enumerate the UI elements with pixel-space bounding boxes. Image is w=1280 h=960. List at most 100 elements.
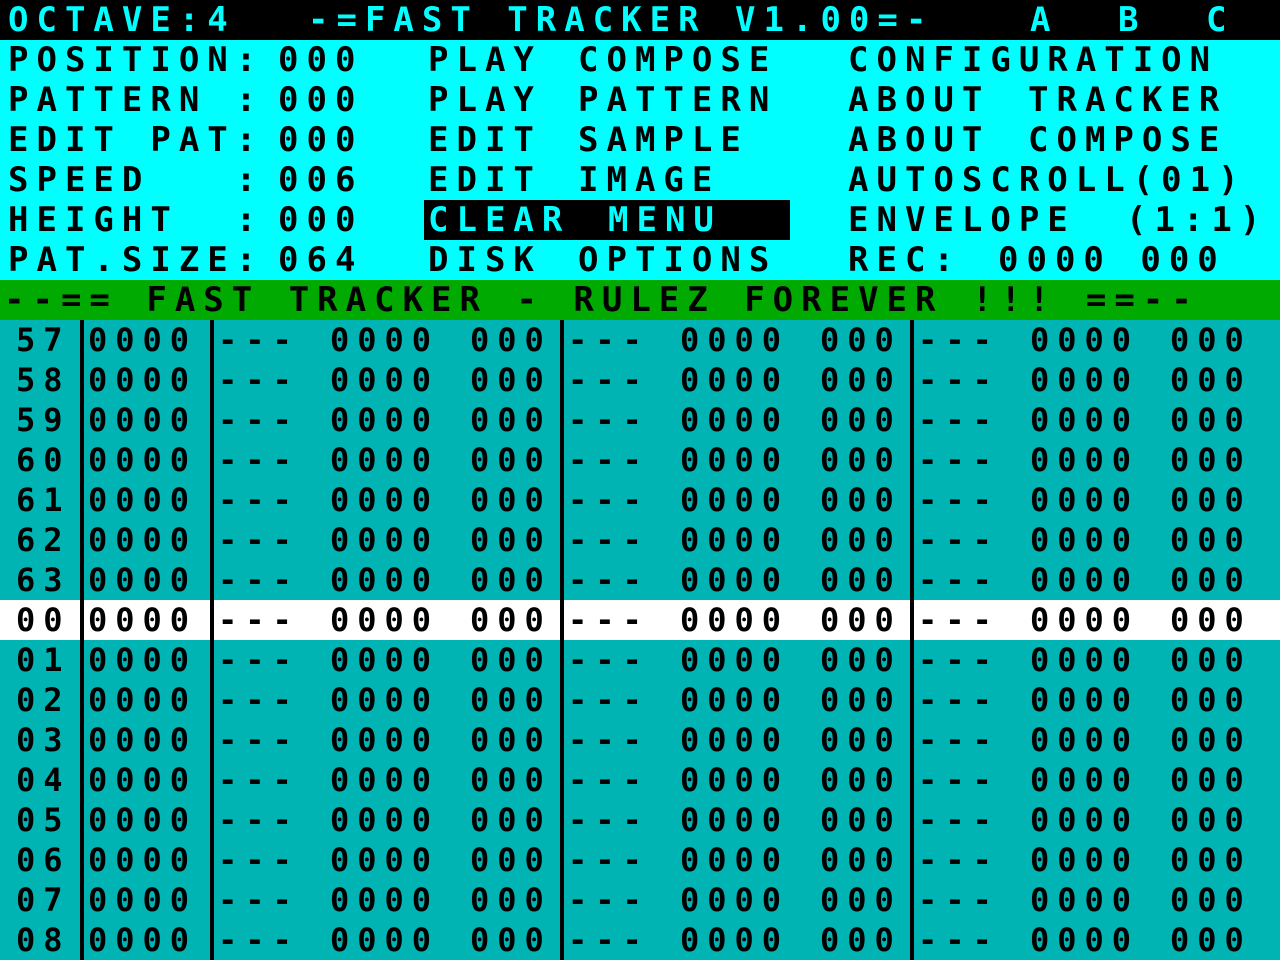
channel-a-value[interactable]: 0000: [330, 440, 439, 480]
channel-c-value[interactable]: 0000: [1030, 720, 1139, 760]
channel-a-value[interactable]: 0000: [330, 760, 439, 800]
pattern-row[interactable]: 61 0000 --- 0000 000 --- 0000 000 --- 0000 000: [0, 480, 1280, 520]
channel-b-value[interactable]: 0000: [680, 680, 789, 720]
menu-about-compose[interactable]: COMPOSE: [1028, 120, 1227, 160]
channel-b-effect[interactable]: 000: [820, 440, 902, 480]
menu-play-compose[interactable]: COMPOSE: [578, 40, 777, 80]
menu-play-pattern-a[interactable]: PLAY: [428, 80, 542, 120]
channel-a-effect[interactable]: 000: [470, 440, 552, 480]
status-value[interactable]: 006: [278, 160, 363, 200]
menu-about-tracker-a[interactable]: ABOUT: [848, 80, 990, 120]
channel-b-effect[interactable]: 000: [820, 720, 902, 760]
channel-c-effect[interactable]: 000: [1170, 600, 1252, 640]
channel-a-note[interactable]: ---: [218, 440, 300, 480]
octave-indicator[interactable]: OCTAVE:4: [8, 0, 236, 40]
channel-b-note[interactable]: ---: [568, 600, 650, 640]
channel-a-toggle[interactable]: A: [1030, 0, 1058, 40]
status-value[interactable]: 000: [278, 200, 363, 240]
channel-a-effect[interactable]: 000: [470, 720, 552, 760]
envelope-ratio[interactable]: (1:1): [1126, 200, 1268, 240]
sample-field[interactable]: 0000: [88, 400, 197, 440]
channel-c-effect[interactable]: 000: [1170, 800, 1252, 840]
channel-b-note[interactable]: ---: [568, 760, 650, 800]
channel-a-value[interactable]: 0000: [330, 600, 439, 640]
channel-a-value[interactable]: 0000: [330, 360, 439, 400]
channel-b-note[interactable]: ---: [568, 800, 650, 840]
channel-a-note[interactable]: ---: [218, 320, 300, 360]
sample-field[interactable]: 0000: [88, 880, 197, 920]
channel-b-effect[interactable]: 000: [820, 680, 902, 720]
channel-a-effect[interactable]: 000: [470, 560, 552, 600]
channel-b-note[interactable]: ---: [568, 720, 650, 760]
channel-c-note[interactable]: ---: [918, 360, 1000, 400]
channel-c-note[interactable]: ---: [918, 560, 1000, 600]
channel-b-effect[interactable]: 000: [820, 640, 902, 680]
status-value[interactable]: 000: [278, 40, 363, 80]
menu-clear-menu-a[interactable]: CLEAR: [428, 200, 570, 240]
channel-a-effect[interactable]: 000: [470, 600, 552, 640]
channel-b-effect[interactable]: 000: [820, 920, 902, 960]
channel-c-effect[interactable]: 000: [1170, 640, 1252, 680]
channel-a-note[interactable]: ---: [218, 760, 300, 800]
sample-field[interactable]: 0000: [88, 760, 197, 800]
channel-a-effect[interactable]: 000: [470, 680, 552, 720]
channel-b-note[interactable]: ---: [568, 840, 650, 880]
pattern-row[interactable]: 05 0000 --- 0000 000 --- 0000 000 --- 0000 000: [0, 800, 1280, 840]
channel-b-toggle[interactable]: B: [1118, 0, 1146, 40]
menu-edit-sample-a[interactable]: EDIT: [428, 120, 542, 160]
channel-a-value[interactable]: 0000: [330, 680, 439, 720]
channel-c-effect[interactable]: 000: [1170, 360, 1252, 400]
sample-field[interactable]: 0000: [88, 600, 197, 640]
channel-a-effect[interactable]: 000: [470, 400, 552, 440]
channel-a-effect[interactable]: 000: [470, 320, 552, 360]
channel-a-note[interactable]: ---: [218, 880, 300, 920]
channel-a-effect[interactable]: 000: [470, 760, 552, 800]
channel-c-value[interactable]: 0000: [1030, 640, 1139, 680]
pattern-row[interactable]: 06 0000 --- 0000 000 --- 0000 000 --- 0000 000: [0, 840, 1280, 880]
channel-b-value[interactable]: 0000: [680, 400, 789, 440]
menu-play-pattern[interactable]: PATTERN: [578, 80, 777, 120]
channel-b-effect[interactable]: 000: [820, 800, 902, 840]
channel-c-effect[interactable]: 000: [1170, 680, 1252, 720]
channel-a-value[interactable]: 0000: [330, 400, 439, 440]
sample-field[interactable]: 0000: [88, 320, 197, 360]
channel-c-value[interactable]: 0000: [1030, 840, 1139, 880]
channel-c-note[interactable]: ---: [918, 480, 1000, 520]
menu-envelope[interactable]: ENVELOPE: [848, 200, 1076, 240]
channel-b-value[interactable]: 0000: [680, 360, 789, 400]
menu-about-tracker[interactable]: TRACKER: [1028, 80, 1227, 120]
channel-b-effect[interactable]: 000: [820, 520, 902, 560]
channel-a-note[interactable]: ---: [218, 560, 300, 600]
status-value[interactable]: 000: [278, 80, 363, 120]
pattern-row[interactable]: 02 0000 --- 0000 000 --- 0000 000 --- 0000 000: [0, 680, 1280, 720]
channel-a-effect[interactable]: 000: [470, 920, 552, 960]
channel-b-note[interactable]: ---: [568, 560, 650, 600]
channel-b-effect[interactable]: 000: [820, 600, 902, 640]
pattern-row[interactable]: 58 0000 --- 0000 000 --- 0000 000 --- 0000 000: [0, 360, 1280, 400]
channel-c-note[interactable]: ---: [918, 600, 1000, 640]
pattern-row[interactable]: 04 0000 --- 0000 000 --- 0000 000 --- 0000 000: [0, 760, 1280, 800]
channel-b-note[interactable]: ---: [568, 640, 650, 680]
channel-a-note[interactable]: ---: [218, 400, 300, 440]
channel-c-effect[interactable]: 000: [1170, 920, 1252, 960]
channel-b-value[interactable]: 0000: [680, 440, 789, 480]
channel-c-value[interactable]: 0000: [1030, 680, 1139, 720]
pattern-row[interactable]: 07 0000 --- 0000 000 --- 0000 000 --- 0000 000: [0, 880, 1280, 920]
channel-c-value[interactable]: 0000: [1030, 520, 1139, 560]
channel-a-effect[interactable]: 000: [470, 840, 552, 880]
sample-field[interactable]: 0000: [88, 440, 197, 480]
sample-field[interactable]: 0000: [88, 840, 197, 880]
menu-edit-sample[interactable]: SAMPLE: [578, 120, 749, 160]
channel-b-note[interactable]: ---: [568, 920, 650, 960]
sample-field[interactable]: 0000: [88, 800, 197, 840]
channel-a-value[interactable]: 0000: [330, 320, 439, 360]
channel-c-effect[interactable]: 000: [1170, 520, 1252, 560]
sample-field[interactable]: 0000: [88, 520, 197, 560]
channel-c-note[interactable]: ---: [918, 720, 1000, 760]
channel-c-effect[interactable]: 000: [1170, 720, 1252, 760]
menu-rec[interactable]: REC:: [848, 240, 962, 280]
channel-a-value[interactable]: 0000: [330, 720, 439, 760]
channel-a-value[interactable]: 0000: [330, 880, 439, 920]
channel-b-value[interactable]: 0000: [680, 920, 789, 960]
pattern-row[interactable]: 01 0000 --- 0000 000 --- 0000 000 --- 0000 000: [0, 640, 1280, 680]
